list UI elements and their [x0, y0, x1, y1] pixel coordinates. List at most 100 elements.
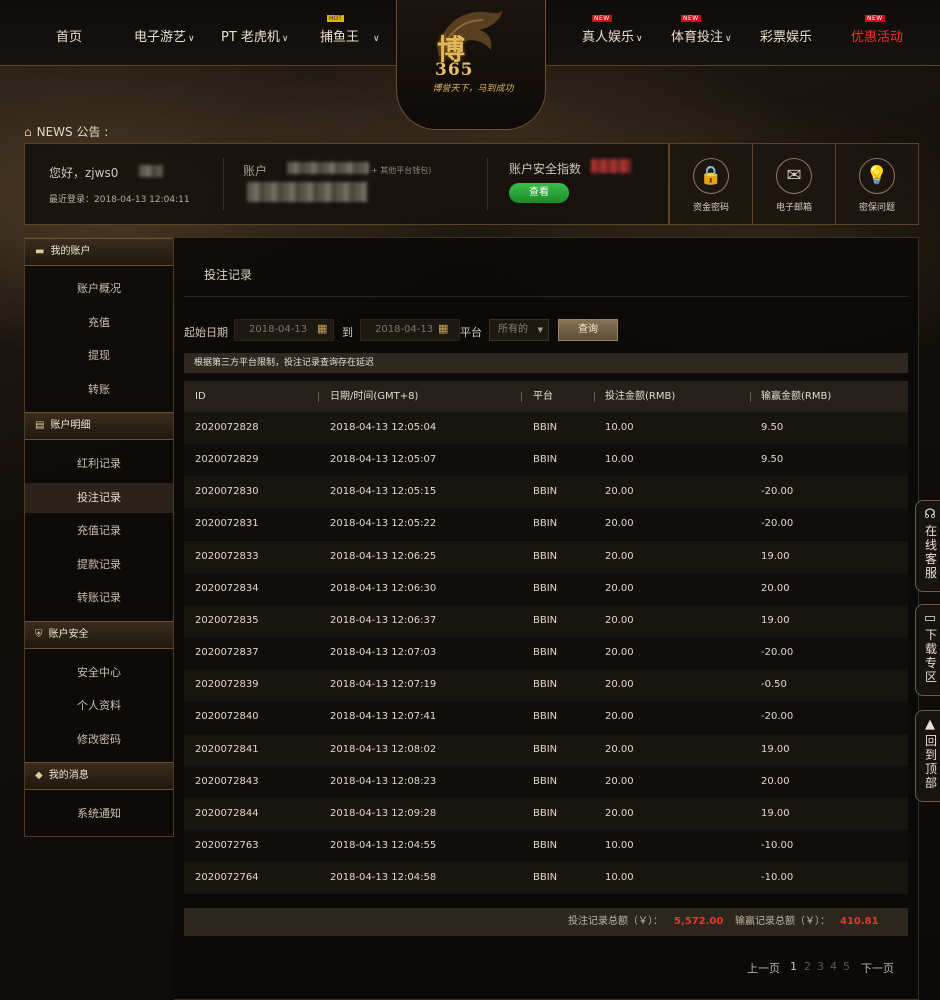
start-date-label: 起始日期: [184, 326, 228, 339]
cell-platform: BBIN: [533, 743, 558, 755]
logo-number: 365: [435, 60, 474, 80]
float-tab-label: 在线客服: [924, 524, 937, 580]
detail-icon: ▤: [35, 420, 45, 431]
calendar-icon[interactable]: ▦: [438, 322, 448, 335]
cell-id: 2020072835: [195, 614, 259, 626]
cell-platform: BBIN: [533, 775, 558, 787]
new-badge: NEW: [865, 15, 885, 22]
sidebar-item-withdraw[interactable]: 提现: [25, 341, 173, 371]
calendar-icon[interactable]: ▦: [317, 322, 327, 335]
cell-datetime: 2018-04-13 12:08:02: [330, 743, 437, 755]
query-button[interactable]: 查询: [558, 319, 618, 341]
hot-badge: HOT: [327, 15, 344, 22]
chevron-down-icon: ∨: [725, 34, 732, 44]
float-tab-label: 下载专区: [924, 628, 937, 684]
page-link-2[interactable]: 2: [804, 960, 811, 973]
cell-bet-amount: 20.00: [605, 679, 634, 691]
column-divider: [750, 392, 751, 402]
table-row: 2020072833 2018-04-13 12:06:25 BBIN 20.00 19…: [184, 540, 908, 573]
sidebar-item-deposit[interactable]: 充值: [25, 308, 173, 338]
sidebar-item-system-notice[interactable]: 系统通知: [25, 799, 173, 829]
cell-platform: BBIN: [533, 486, 558, 498]
cell-bet-amount: 10.00: [605, 872, 634, 884]
totals-bar: 投注记录总额（￥）： 5,572.00 输赢记录总额（￥）： 410.81: [184, 908, 908, 936]
sidebar-item-deposit-records[interactable]: 充值记录: [25, 516, 173, 546]
sidebar-item-transfer-records[interactable]: 转账记录: [25, 583, 173, 613]
cell-platform: BBIN: [533, 582, 558, 594]
page-link-3[interactable]: 3: [817, 960, 824, 973]
cell-win-loss: -20.00: [761, 711, 794, 723]
cell-datetime: 2018-04-13 12:05:22: [330, 518, 437, 530]
mail-icon: ✉: [776, 158, 812, 194]
nav-item-electronic-games[interactable]: 电子游艺 ∨: [134, 26, 195, 45]
table-row: 2020072829 2018-04-13 12:05:07 BBIN 10.00 9.…: [184, 444, 908, 477]
table-row: 2020072841 2018-04-13 12:08:02 BBIN 20.00 19…: [184, 733, 908, 766]
prev-page-link[interactable]: 上一页: [747, 960, 780, 976]
fund-password-link[interactable]: 🔒 资金密码: [669, 143, 753, 225]
next-page-link[interactable]: 下一页: [861, 960, 894, 976]
cell-win-loss: -20.00: [761, 647, 794, 659]
page-link-1[interactable]: 1: [790, 960, 797, 973]
nav-item-promotions[interactable]: NEW 优惠活动: [851, 15, 903, 45]
back-to-top-tab[interactable]: ▲ 回到顶部: [915, 710, 940, 802]
sidebar-item-security-center[interactable]: 安全中心: [25, 658, 173, 688]
cell-bet-amount: 20.00: [605, 582, 634, 594]
table-row: 2020072828 2018-04-13 12:05:04 BBIN 10.00 9.…: [184, 412, 908, 444]
email-link[interactable]: ✉ 电子邮箱: [752, 143, 836, 225]
sidebar-item-transfer[interactable]: 转账: [25, 375, 173, 405]
security-question-link[interactable]: 💡 密保问题: [835, 143, 919, 225]
bulb-icon: 💡: [859, 158, 895, 194]
bet-total-label: 投注记录总额（￥）：: [568, 916, 663, 927]
sidebar-section-account-details: ▤ 账户明细: [25, 412, 173, 440]
platform-select[interactable]: 所有的 ▼: [489, 319, 549, 341]
cell-win-loss: -10.00: [761, 839, 794, 851]
cell-win-loss: 9.50: [761, 422, 784, 433]
table-row: 2020072830 2018-04-13 12:05:15 BBIN 20.00 -2…: [184, 476, 908, 509]
cell-datetime: 2018-04-13 12:08:23: [330, 775, 437, 787]
nav-item-fishing[interactable]: HOT 捕鱼王 ∨: [320, 15, 380, 45]
cell-platform: BBIN: [533, 679, 558, 691]
cell-datetime: 2018-04-13 12:07:41: [330, 711, 437, 723]
nav-item-pt-slots[interactable]: PT 老虎机 ∨: [221, 26, 289, 45]
dropdown-arrow-icon: ▼: [537, 326, 543, 334]
cell-datetime: 2018-04-13 12:05:04: [330, 422, 437, 433]
cell-id: 2020072828: [195, 422, 259, 433]
news-ticker[interactable]: ⌂ NEWS 公告 :: [24, 123, 108, 140]
cell-id: 2020072829: [195, 454, 259, 466]
nav-item-live-casino[interactable]: NEW 真人娱乐 ∨: [582, 15, 643, 45]
page-link-4[interactable]: 4: [830, 960, 837, 973]
logo-slogan: 博誉天下，马到成功: [432, 84, 514, 94]
download-tab[interactable]: ▭ 下载专区: [915, 604, 940, 696]
site-logo[interactable]: 博 365 博誉天下，马到成功: [396, 0, 546, 130]
cell-bet-amount: 10.00: [605, 454, 634, 466]
cell-bet-amount: 20.00: [605, 807, 634, 819]
nav-item-lottery[interactable]: 彩票娱乐: [760, 26, 812, 45]
column-header-platform: 平台: [533, 391, 553, 402]
cell-platform: BBIN: [533, 872, 558, 884]
sidebar-item-change-password[interactable]: 修改密码: [25, 725, 173, 755]
quick-link-label: 电子邮箱: [775, 203, 812, 213]
check-security-button[interactable]: 查看: [509, 183, 569, 203]
last-login: 最近登录：2018-04-13 12:04:11: [49, 195, 190, 205]
float-tab-label: 回到顶部: [924, 734, 937, 790]
cell-datetime: 2018-04-13 12:05:07: [330, 454, 437, 466]
table-row: 2020072835 2018-04-13 12:06:37 BBIN 20.00 19…: [184, 604, 908, 637]
sidebar-item-bonus-records[interactable]: 红利记录: [25, 449, 173, 479]
sidebar-item-profile[interactable]: 个人资料: [25, 691, 173, 721]
cell-id: 2020072763: [195, 839, 259, 851]
sidebar-item-withdrawal-records[interactable]: 提款记录: [25, 550, 173, 580]
table-header: ID 日期/时间(GMT+8) 平台 投注金额(RMB) 输赢金额(RMB): [184, 381, 908, 412]
nav-item-home[interactable]: 首页: [56, 26, 82, 45]
redacted-security-index: [591, 159, 631, 173]
cell-platform: BBIN: [533, 711, 558, 723]
sidebar-item-account-overview[interactable]: 账户概况: [25, 274, 173, 304]
sidebar-item-bet-records[interactable]: 投注记录: [25, 483, 173, 513]
page-link-5[interactable]: 5: [843, 960, 850, 973]
cell-datetime: 2018-04-13 12:06:30: [330, 582, 437, 594]
cell-datetime: 2018-04-13 12:04:55: [330, 839, 437, 851]
online-support-tab[interactable]: ☊ 在线客服: [915, 500, 940, 592]
nav-item-sports[interactable]: NEW 体育投注 ∨: [671, 15, 732, 45]
column-header-id: ID: [195, 391, 206, 402]
table-row: 2020072843 2018-04-13 12:08:23 BBIN 20.00 20…: [184, 765, 908, 798]
chevron-down-icon: ∨: [188, 34, 195, 44]
